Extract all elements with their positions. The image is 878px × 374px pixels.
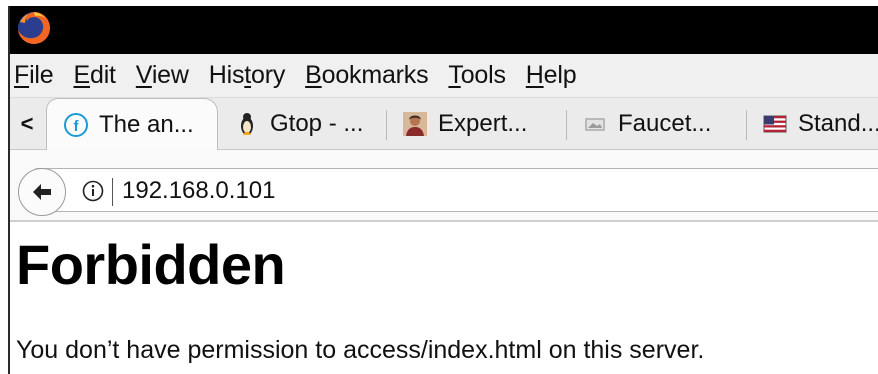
menu-edit-label: dit — [89, 61, 116, 89]
menu-history-prefix: His — [208, 61, 245, 89]
title-bar — [10, 6, 878, 54]
menu-help-label: elp — [543, 61, 577, 89]
menu-file[interactable]: File — [14, 63, 54, 88]
error-message: You don’t have permission to access/inde… — [16, 336, 705, 364]
tab-separator — [746, 110, 747, 140]
gtop-figure-icon — [241, 113, 253, 135]
menu-bookmarks[interactable]: Bookmarks — [305, 63, 428, 88]
menu-view-mnemonic: V — [135, 61, 152, 89]
menu-edit-mnemonic: E — [73, 61, 91, 89]
tab-label: The an... — [99, 111, 194, 138]
menu-file-mnemonic: F — [14, 61, 30, 89]
faucet-site-icon: f — [64, 113, 88, 137]
tab-gtop[interactable]: Gtop - ... — [234, 98, 384, 150]
tab-label: Gtop - ... — [270, 110, 364, 137]
url-text[interactable]: 192.168.0.101 — [122, 177, 275, 205]
expert-avatar-icon — [403, 112, 427, 136]
menu-tools[interactable]: Tools — [448, 61, 506, 89]
menu-file-label: ile — [29, 61, 54, 89]
menu-view-label: iew — [151, 61, 189, 89]
url-separator — [112, 178, 113, 206]
menu-tools-label: ools — [460, 61, 506, 89]
faucet-image-icon — [585, 118, 605, 131]
menu-history-mnemonic: t — [244, 61, 252, 89]
menu-help-mnemonic: H — [525, 61, 544, 89]
menu-tools-mnemonic: T — [448, 61, 461, 89]
tab-stand[interactable]: Stand... — [762, 98, 878, 150]
page-title: Forbidden — [16, 233, 286, 296]
tab-separator — [566, 110, 567, 140]
tab-the-an[interactable]: f The an... — [46, 98, 218, 151]
navigation-bar: 192.168.0.101 — [10, 150, 878, 222]
back-arrow-icon — [33, 184, 51, 200]
chevron-left-icon: < — [20, 111, 34, 136]
menu-view[interactable]: View — [136, 63, 189, 88]
back-button[interactable] — [18, 168, 66, 216]
menu-help[interactable]: Help — [526, 63, 577, 88]
menu-bookmarks-label: ookmarks — [321, 61, 429, 89]
menu-edit[interactable]: Edit — [74, 63, 116, 88]
menu-history[interactable]: History — [208, 61, 286, 89]
tab-label: Expert... — [438, 110, 528, 137]
tab-scroll-left-button[interactable]: < — [10, 98, 44, 150]
menu-bookmarks-mnemonic: B — [305, 61, 322, 89]
menu-bar: File Edit View History Bookmarks Tools H… — [10, 54, 878, 98]
flag-icon — [763, 115, 787, 133]
menu-history-label: ory — [251, 61, 286, 89]
page-content: Forbidden You don’t have permission to a… — [10, 224, 878, 374]
tab-strip: < f The an... Gtop - ... Expert... Fauce… — [10, 98, 878, 151]
info-icon[interactable] — [82, 180, 104, 202]
firefox-logo-icon[interactable] — [16, 10, 52, 46]
tab-separator — [386, 110, 387, 140]
tab-label: Stand... — [798, 110, 878, 137]
tab-faucet[interactable]: Faucet... — [582, 98, 742, 150]
tab-expert[interactable]: Expert... — [402, 98, 562, 150]
browser-window: File Edit View History Bookmarks Tools H… — [8, 6, 878, 374]
tab-label: Faucet... — [618, 110, 712, 137]
svg-text:f: f — [74, 118, 80, 135]
